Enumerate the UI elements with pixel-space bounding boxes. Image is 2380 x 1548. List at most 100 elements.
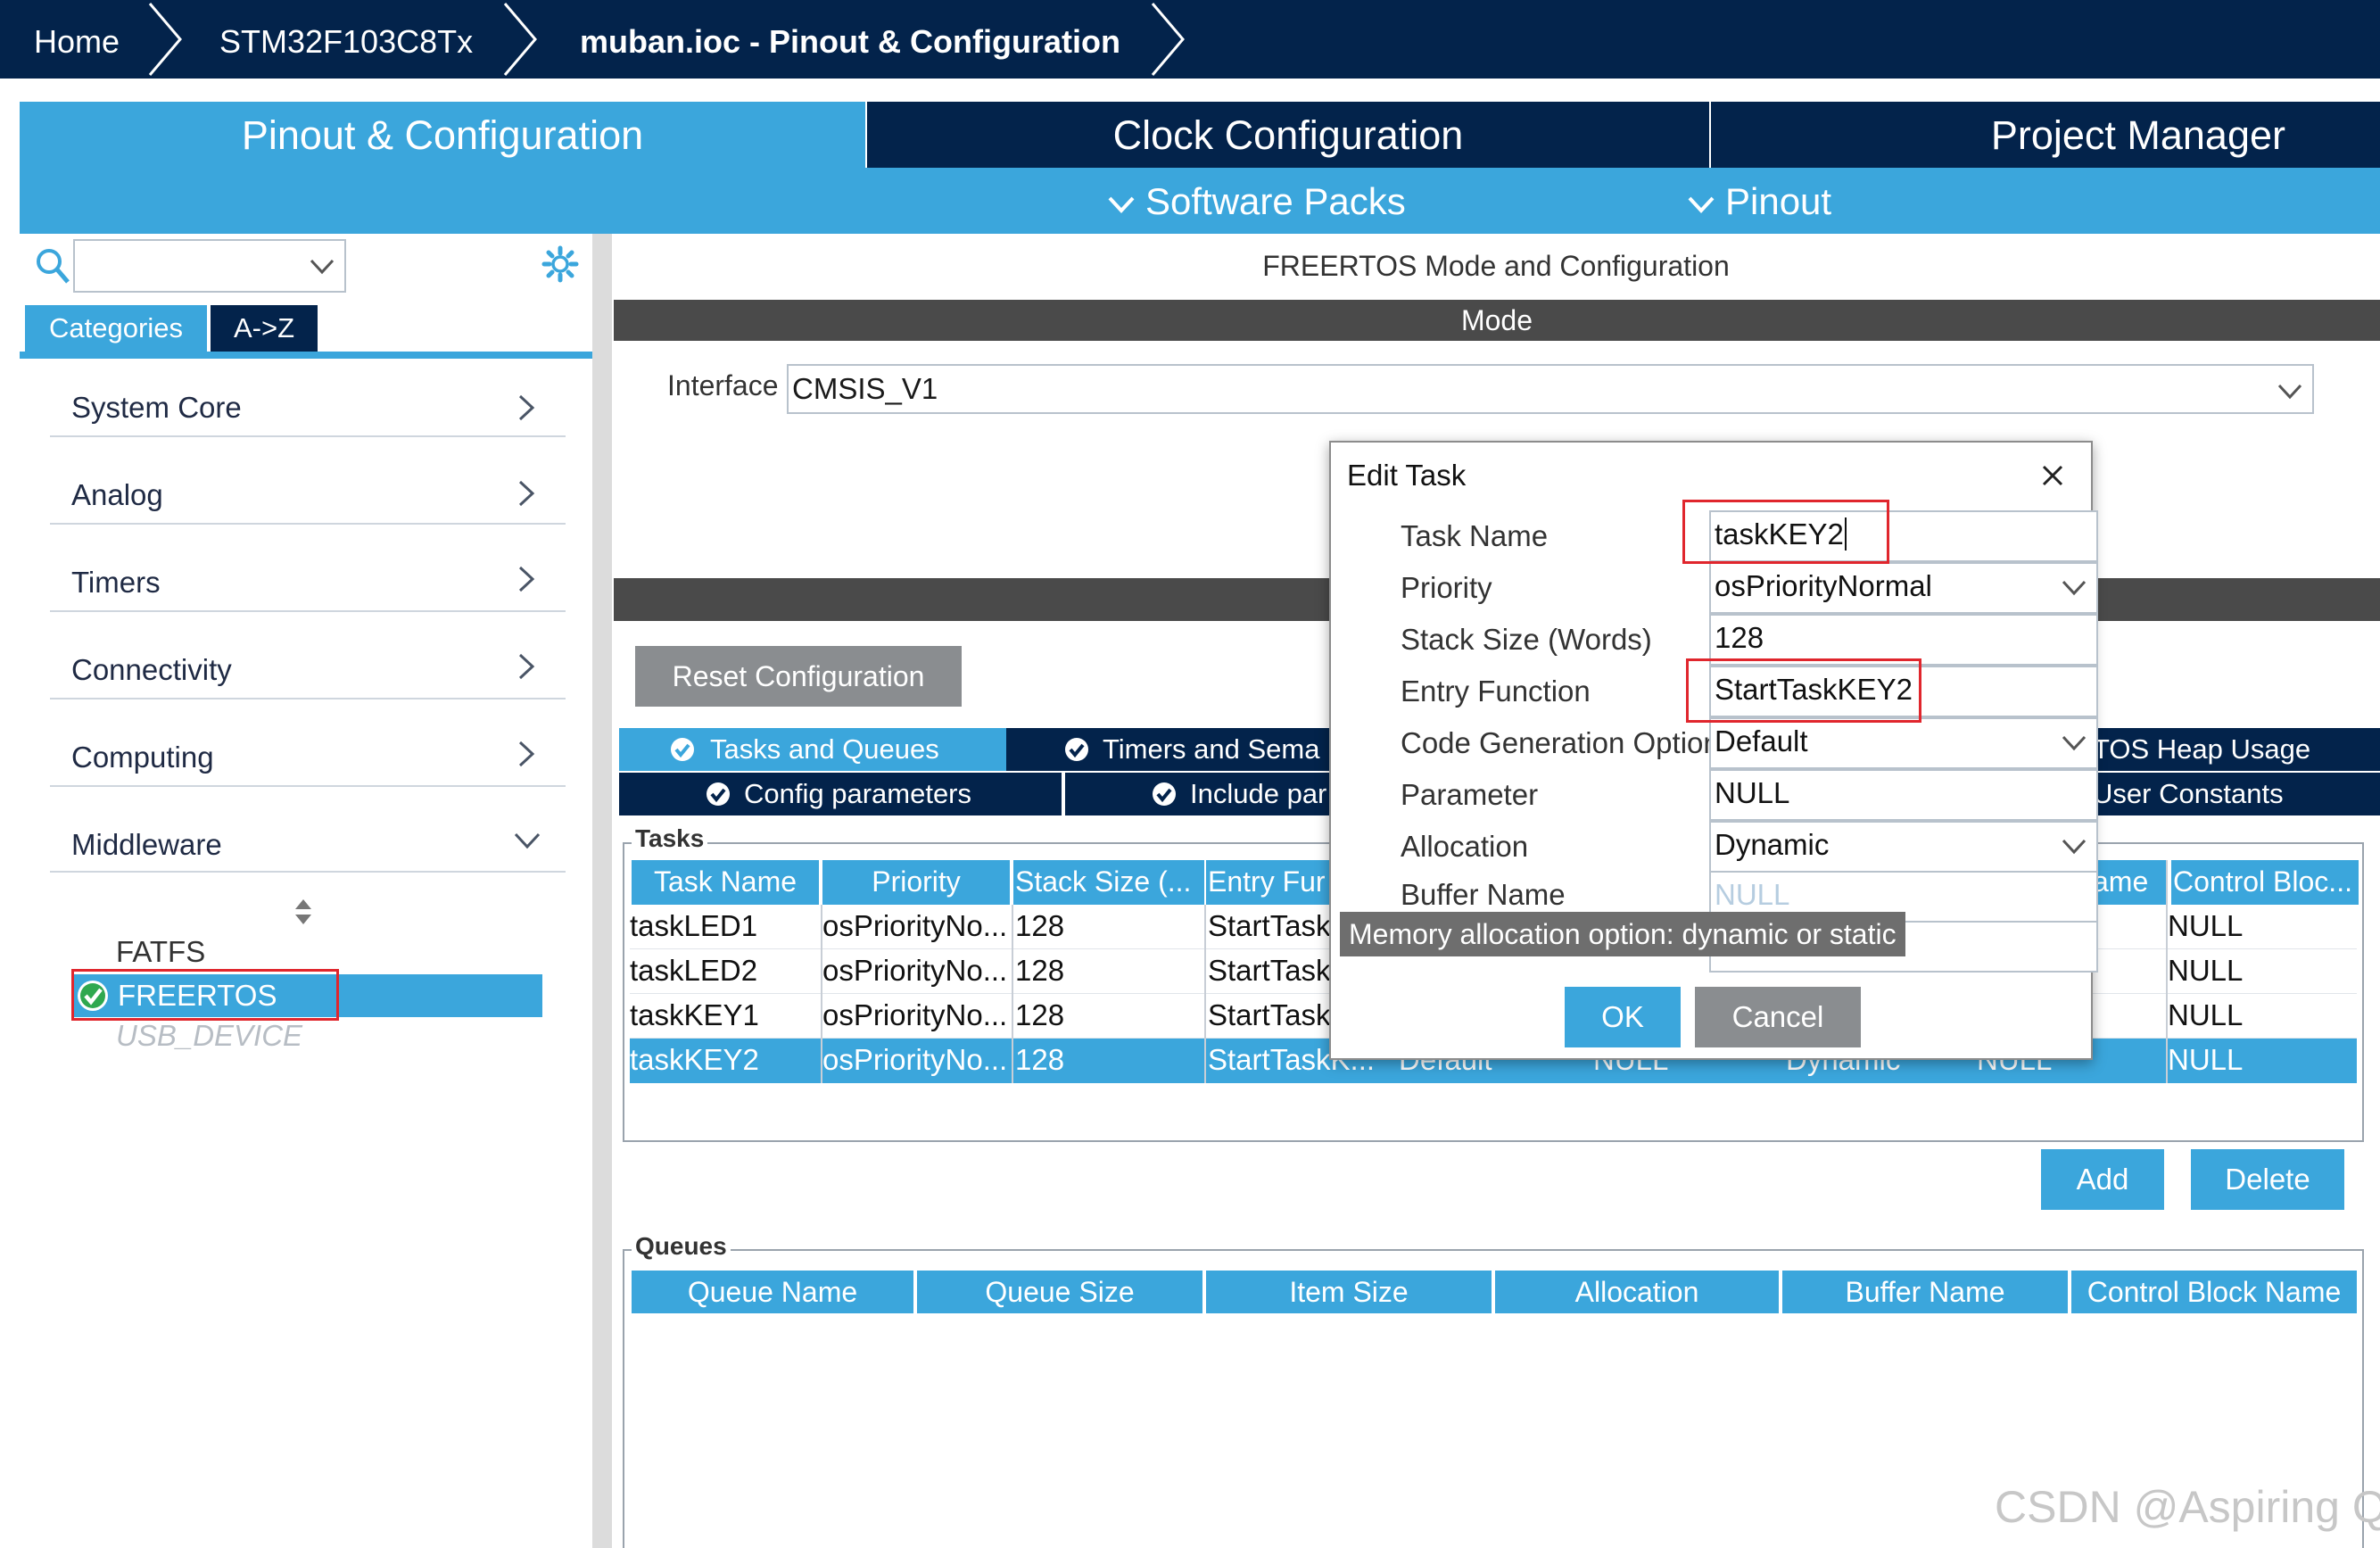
sidebar-item-timers[interactable]: Timers (71, 566, 161, 600)
middleware-item-usb-device[interactable]: USB_DEVICE (116, 1019, 302, 1053)
breadcrumb-separator-icon (503, 3, 537, 76)
tasks-group-title: Tasks (632, 824, 708, 853)
checkmark-circle-icon (707, 782, 730, 806)
breadcrumb-separator-icon (1151, 3, 1185, 76)
sidebar-item-connectivity[interactable]: Connectivity (71, 653, 232, 687)
label-stack-size: Stack Size (Words) (1401, 623, 1652, 656)
chevron-down-icon (1108, 196, 1135, 213)
chevron-down-icon (2062, 735, 2087, 751)
sort-icon[interactable] (293, 898, 314, 926)
column-header-control-block-name[interactable]: Control Block Name (2071, 1271, 2357, 1313)
search-icon[interactable] (34, 246, 71, 286)
column-separator (1012, 905, 1013, 1083)
column-separator (2166, 860, 2168, 1083)
tab-label: Config parameters (744, 778, 972, 809)
search-input[interactable] (73, 239, 346, 293)
panel-title: FREERTOS Mode and Configuration (1262, 250, 1730, 282)
breadcrumb-project[interactable]: muban.ioc - Pinout & Configuration (580, 0, 1120, 79)
buffer-name-value: NULL (1715, 878, 1790, 911)
add-task-button[interactable]: Add (2041, 1149, 2164, 1210)
cell-stack-size: 128 (1015, 954, 1065, 987)
tab-categories[interactable]: Categories (25, 305, 207, 352)
sidebar-item-system-core[interactable]: System Core (71, 391, 242, 425)
label-entry-function: Entry Function (1401, 675, 1591, 708)
tab-include-parameters[interactable]: Include par (1065, 773, 1329, 815)
column-header-buffer-name[interactable]: Buffer Name (1782, 1271, 2068, 1313)
chevron-down-icon (2277, 384, 2302, 400)
column-header-buffer-name[interactable]: ame (2093, 860, 2168, 905)
highlight-box (71, 969, 339, 1021)
middleware-item-fatfs[interactable]: FATFS (116, 935, 205, 969)
cell-task-name: taskLED2 (630, 954, 758, 987)
tab-pinout-configuration[interactable]: Pinout & Configuration (20, 102, 865, 168)
sidebar-item-computing[interactable]: Computing (71, 741, 214, 774)
allocation-value: Dynamic (1715, 828, 1830, 861)
tab-config-parameters[interactable]: Config parameters (619, 773, 1062, 815)
panel-splitter[interactable] (592, 234, 612, 1548)
tab-label: Timers and Sema (1103, 733, 1320, 765)
interface-select[interactable]: CMSIS_V1 (787, 364, 2314, 414)
chevron-down-icon (310, 259, 335, 275)
divider (50, 698, 566, 699)
cell-task-name: taskKEY1 (630, 998, 759, 1031)
highlight-box (1686, 658, 1921, 723)
checkmark-circle-icon (671, 738, 694, 761)
tab-project-manager[interactable]: Project Manager (1711, 102, 2380, 168)
dialog-title: Edit Task (1347, 459, 1467, 492)
column-header-priority[interactable]: Priority (822, 860, 1010, 905)
cell-control-block: NULL (2168, 1043, 2244, 1076)
chevron-right-icon[interactable] (516, 564, 537, 594)
column-header-queue-name[interactable]: Queue Name (632, 1271, 913, 1313)
column-header-task-name[interactable]: Task Name (632, 860, 819, 905)
priority-select[interactable]: osPriorityNormal (1709, 562, 2098, 614)
column-header-control-block[interactable]: Control Bloc... (2171, 860, 2359, 905)
breadcrumb-home[interactable]: Home (34, 0, 120, 79)
tab-freertos-heap-usage[interactable]: TOS Heap Usage (2093, 728, 2380, 771)
watermark: CSDN @Aspiring Q (1995, 1482, 2380, 1532)
stack-size-value: 128 (1715, 621, 1764, 654)
label-priority: Priority (1401, 571, 1492, 604)
reset-configuration-button[interactable]: Reset Configuration (635, 646, 962, 707)
chevron-down-icon[interactable] (512, 830, 542, 853)
sidebar-item-middleware[interactable]: Middleware (71, 828, 222, 862)
mode-header: Mode (614, 300, 2380, 341)
chevron-right-icon[interactable] (516, 478, 537, 509)
software-packs-menu[interactable]: Software Packs (1106, 168, 1406, 234)
code-generation-value: Default (1715, 724, 1808, 757)
tab-timers-and-semaphores[interactable]: Timers and Sema (1006, 728, 1329, 771)
label-allocation: Allocation (1401, 830, 1529, 863)
label-code-generation-option: Code Generation Option (1401, 726, 1720, 759)
ok-button[interactable]: OK (1565, 987, 1681, 1047)
cell-priority: osPriorityNo... (822, 954, 1008, 987)
column-header-entry-function[interactable]: Entry Fur (1206, 860, 1333, 905)
label-task-name: Task Name (1401, 519, 1549, 552)
sidebar-item-analog[interactable]: Analog (71, 478, 163, 512)
pinout-menu[interactable]: Pinout (1686, 168, 1831, 234)
allocation-select[interactable]: Dynamic (1709, 821, 2098, 873)
tooltip: Memory allocation option: dynamic or sta… (1340, 912, 1905, 956)
gear-icon[interactable] (541, 244, 580, 284)
column-separator (821, 905, 822, 1083)
checkmark-circle-icon (1153, 782, 1176, 806)
column-header-item-size[interactable]: Item Size (1206, 1271, 1492, 1313)
delete-task-button[interactable]: Delete (2191, 1149, 2344, 1210)
queues-group-title: Queues (632, 1232, 731, 1261)
chevron-right-icon[interactable] (516, 651, 537, 682)
tab-clock-configuration[interactable]: Clock Configuration (867, 102, 1709, 168)
edit-task-dialog: Edit Task Task Name taskKEY2 Priority os… (1329, 441, 2098, 1060)
column-header-allocation[interactable]: Allocation (1495, 1271, 1779, 1313)
tab-a-z[interactable]: A->Z (211, 305, 318, 352)
tab-tasks-and-queues[interactable]: Tasks and Queues (619, 728, 1060, 771)
code-generation-select[interactable]: Default (1709, 717, 2098, 769)
breadcrumb-device[interactable]: STM32F103C8Tx (219, 0, 473, 79)
chevron-right-icon[interactable] (516, 393, 537, 423)
cell-control-block: NULL (2168, 998, 2244, 1031)
chevron-right-icon[interactable] (516, 739, 537, 769)
cancel-button[interactable]: Cancel (1695, 987, 1861, 1047)
column-header-stack-size[interactable]: Stack Size (... (1013, 860, 1204, 905)
parameter-input[interactable]: NULL (1709, 769, 2098, 821)
tab-user-constants[interactable]: User Constants (2093, 773, 2380, 815)
close-icon[interactable] (2039, 462, 2066, 489)
cell-control-block: NULL (2168, 909, 2244, 942)
column-header-queue-size[interactable]: Queue Size (917, 1271, 1202, 1313)
